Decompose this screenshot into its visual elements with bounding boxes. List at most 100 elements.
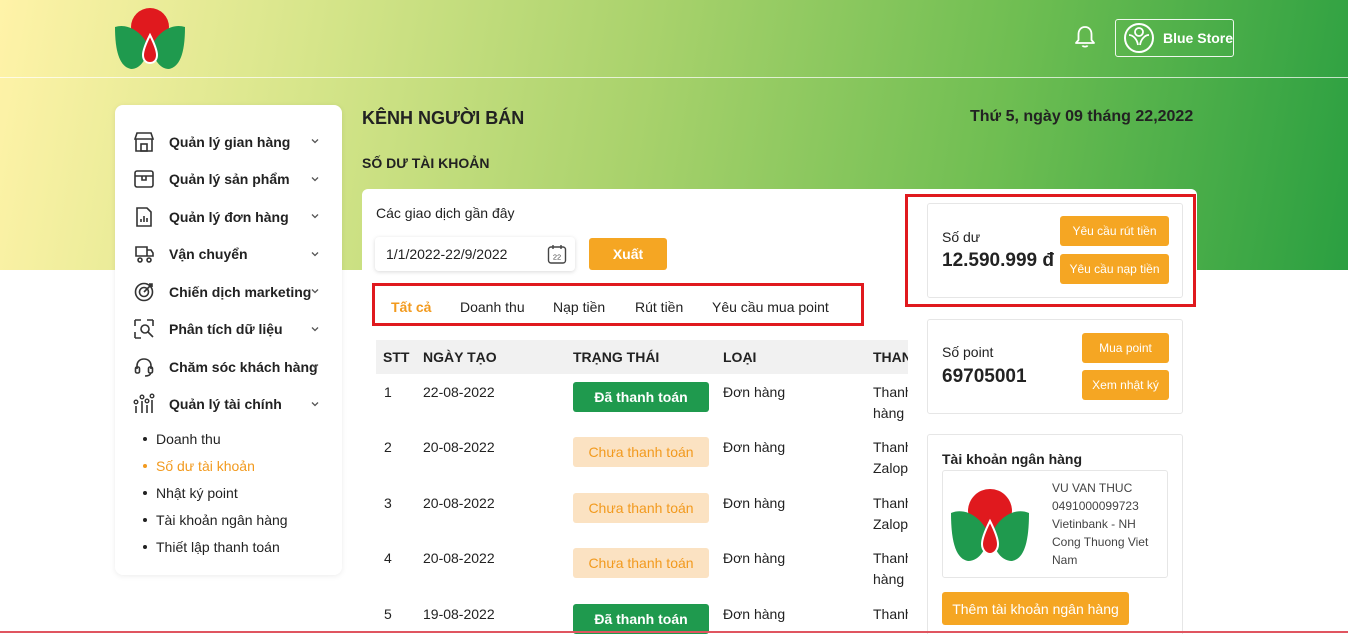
sidebar-item-store-management[interactable]: Quản lý gian hàng xyxy=(115,123,342,161)
chevron-down-icon xyxy=(311,251,319,256)
row-payment-line1: Thanh xyxy=(873,550,908,566)
chevron-down-icon xyxy=(311,401,319,406)
recent-transactions-label: Các giao dịch gần đây xyxy=(376,205,515,221)
sidebar-item-customer-care[interactable]: Chăm sóc khách hàng xyxy=(115,348,342,386)
notification-bell-icon[interactable] xyxy=(1072,24,1098,50)
withdraw-request-button[interactable]: Yêu cầu rút tiền xyxy=(1060,216,1169,246)
brand-logo[interactable] xyxy=(113,5,187,71)
row-payment-line1: Thanh xyxy=(873,495,908,511)
deposit-request-button[interactable]: Yêu cầu nạp tiền xyxy=(1060,254,1169,284)
bank-account-number: 0491000099723 xyxy=(1052,499,1139,513)
headset-icon xyxy=(134,357,154,377)
bank-name-line3: Nam xyxy=(1052,553,1078,567)
row-payment-line1: Thanh xyxy=(873,439,908,455)
target-icon xyxy=(134,282,154,302)
sidebar-item-label: Quản lý sản phẩm xyxy=(169,171,290,188)
sidebar-item-label: Phân tích dữ liệu xyxy=(169,321,283,338)
balance-value: 12.590.999 đ xyxy=(942,250,1054,271)
column-header-type: LOẠI xyxy=(723,349,757,365)
sidebar-item-data-analytics[interactable]: Phân tích dữ liệu xyxy=(115,311,342,349)
analytics-icon xyxy=(134,319,154,340)
row-stt: 5 xyxy=(384,606,392,622)
column-header-created-date: NGÀY TẠO xyxy=(423,349,497,365)
sidebar-item-marketing[interactable]: Chiến dịch marketing xyxy=(115,273,342,311)
submenu-item-revenue[interactable]: Doanh thu xyxy=(143,425,342,452)
submenu-item-label: Tài khoản ngân hàng xyxy=(156,511,288,528)
row-created-date: 19-08-2022 xyxy=(423,606,495,622)
row-payment-line2: Zalop xyxy=(873,516,908,532)
submenu-item-label: Doanh thu xyxy=(156,430,221,447)
row-type: Đơn hàng xyxy=(723,550,786,566)
row-payment-line2: hàng xyxy=(873,405,905,421)
store-account-button[interactable]: Blue Store xyxy=(1115,19,1234,57)
row-type: Đơn hàng xyxy=(723,384,786,400)
add-bank-account-button[interactable]: Thêm tài khoản ngân hàng xyxy=(942,592,1129,625)
bullet-icon xyxy=(143,517,147,522)
store-avatar-icon xyxy=(1124,23,1154,53)
tab-deposit[interactable]: Nạp tiền xyxy=(553,299,605,315)
bank-logo xyxy=(951,489,1029,561)
bullet-icon xyxy=(143,490,147,495)
header-divider xyxy=(0,77,1348,78)
status-badge-paid: Đã thanh toán xyxy=(573,604,709,634)
tab-point-request[interactable]: Yêu cầu mua point xyxy=(712,299,829,315)
page-title: KÊNH NGƯỜI BÁN xyxy=(362,108,525,128)
column-header-stt: STT xyxy=(383,349,410,365)
finance-submenu: Doanh thu Số dư tài khoản Nhật ký point … xyxy=(115,425,342,560)
store-name: Blue Store xyxy=(1163,30,1234,46)
sidebar-item-product-management[interactable]: Quản lý sản phẩm xyxy=(115,161,342,199)
date-range-value: 1/1/2022-22/9/2022 xyxy=(386,246,508,262)
tab-withdraw[interactable]: Rút tiền xyxy=(635,299,683,315)
section-title: SỐ DƯ TÀI KHOẢN xyxy=(362,155,490,171)
chevron-down-icon xyxy=(311,139,319,144)
bank-account-title: Tài khoản ngân hàng xyxy=(942,451,1083,467)
chevron-down-icon xyxy=(311,364,319,369)
submenu-item-payment-settings[interactable]: Thiết lập thanh toán xyxy=(143,533,342,560)
buy-point-button[interactable]: Mua point xyxy=(1082,333,1169,363)
submenu-item-bank-account[interactable]: Tài khoản ngân hàng xyxy=(143,506,342,533)
sidebar-item-order-management[interactable]: Quản lý đơn hàng xyxy=(115,198,342,236)
sidebar-item-finance-management[interactable]: Quản lý tài chính xyxy=(115,386,342,424)
calendar-day: 22 xyxy=(553,253,561,262)
status-badge-paid: Đã thanh toán xyxy=(573,382,709,412)
finance-icon xyxy=(133,393,155,414)
order-icon xyxy=(136,206,152,227)
bullet-icon xyxy=(143,544,147,549)
points-label: Số point xyxy=(942,344,994,360)
row-type: Đơn hàng xyxy=(723,606,786,622)
calendar-icon[interactable]: 22 xyxy=(546,243,568,265)
row-created-date: 20-08-2022 xyxy=(423,550,495,566)
sidebar-item-label: Quản lý gian hàng xyxy=(169,133,291,150)
bullet-icon xyxy=(143,463,147,468)
bottom-divider xyxy=(0,631,1348,633)
row-created-date: 20-08-2022 xyxy=(423,439,495,455)
bank-name-line1: Vietinbank - NH xyxy=(1052,517,1136,531)
submenu-item-label: Số dư tài khoản xyxy=(156,457,255,474)
sidebar-item-label: Quản lý tài chính xyxy=(169,396,282,413)
view-log-button[interactable]: Xem nhật ký xyxy=(1082,370,1169,400)
column-header-status: TRẠNG THÁI xyxy=(573,349,660,365)
export-button[interactable]: Xuất xyxy=(589,238,667,270)
sidebar: Quản lý gian hàng Quản lý sản phẩm Quản … xyxy=(115,105,342,575)
shipping-icon xyxy=(135,246,154,264)
chevron-down-icon xyxy=(311,176,319,181)
sidebar-item-label: Chiến dịch marketing xyxy=(169,283,312,300)
column-header-payment: THAN xyxy=(873,349,908,365)
bank-name-line2: Cong Thuong Viet xyxy=(1052,535,1149,549)
sidebar-item-shipping[interactable]: Vận chuyển xyxy=(115,236,342,274)
row-stt: 4 xyxy=(384,550,392,566)
sidebar-item-label: Vận chuyển xyxy=(169,246,248,263)
store-icon xyxy=(133,131,155,152)
row-payment-line2: Zalop xyxy=(873,460,908,476)
tab-revenue[interactable]: Doanh thu xyxy=(460,299,525,315)
current-date: Thứ 5, ngày 09 tháng 22,2022 xyxy=(970,108,1194,125)
status-badge-unpaid: Chưa thanh toán xyxy=(573,493,709,523)
date-range-picker[interactable]: 1/1/2022-22/9/2022 22 xyxy=(375,237,575,271)
tab-all[interactable]: Tất cả xyxy=(391,299,431,315)
row-type: Đơn hàng xyxy=(723,495,786,511)
sidebar-item-label: Chăm sóc khách hàng xyxy=(169,358,318,375)
submenu-item-label: Thiết lập thanh toán xyxy=(156,538,280,555)
status-badge-unpaid: Chưa thanh toán xyxy=(573,548,709,578)
submenu-item-point-log[interactable]: Nhật ký point xyxy=(143,479,342,506)
submenu-item-account-balance[interactable]: Số dư tài khoản xyxy=(143,452,342,479)
